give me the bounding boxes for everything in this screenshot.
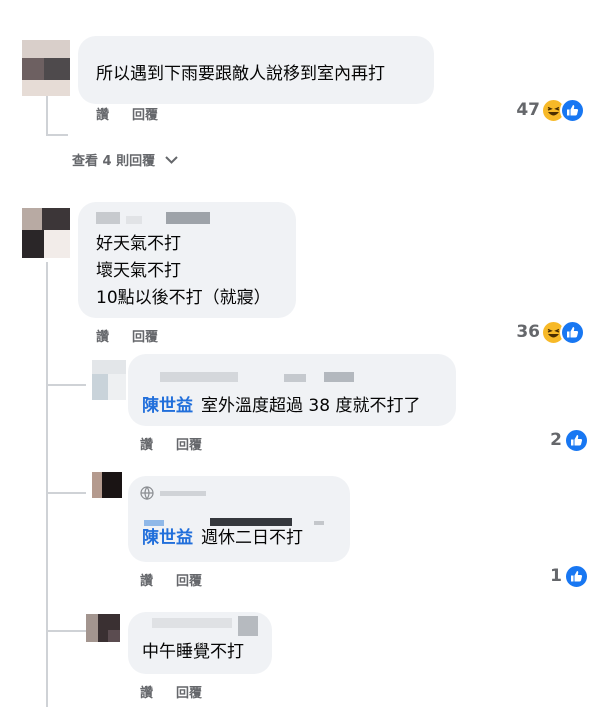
reaction-count[interactable]: 1 — [526, 566, 562, 586]
like-icon — [564, 428, 589, 453]
comment-text-line: 10點以後不打（就寢） — [96, 288, 271, 308]
avatar[interactable] — [22, 40, 70, 96]
avatar[interactable] — [22, 208, 70, 258]
reply-text: 陳世益 室外溫度超過 38 度就不打了 — [142, 392, 420, 420]
reply-button[interactable]: 回覆 — [176, 682, 202, 701]
comment-text: 所以遇到下雨要跟敵人說移到室內再打 — [96, 64, 385, 84]
reaction-count[interactable]: 47 — [500, 100, 540, 120]
mention-link[interactable]: 陳世益 — [142, 396, 193, 416]
avatar[interactable] — [86, 614, 120, 642]
like-icon — [560, 320, 585, 345]
reply-text: 中午睡覺不打 — [142, 638, 244, 666]
comment-text-line: 壞天氣不打 — [96, 261, 181, 281]
reply-text-body: 中午睡覺不打 — [142, 642, 244, 662]
author-name-redacted — [160, 372, 238, 382]
reply-button[interactable]: 回覆 — [132, 326, 158, 345]
like-button[interactable]: 讚 — [140, 434, 153, 453]
like-button[interactable]: 讚 — [140, 570, 153, 589]
author-name-redacted — [96, 212, 120, 224]
author-name-redacted — [160, 491, 206, 496]
author-name-redacted — [96, 42, 216, 52]
reaction-icons[interactable] — [564, 564, 589, 589]
mention-link[interactable]: 陳世益 — [142, 528, 193, 548]
reply-button[interactable]: 回覆 — [132, 104, 158, 123]
like-icon — [564, 564, 589, 589]
comment-text-line: 好天氣不打 — [96, 234, 181, 254]
thread-line — [46, 492, 86, 494]
thread-line — [46, 630, 86, 632]
like-button[interactable]: 讚 — [96, 326, 109, 345]
view-replies-label: 查看 4 則回覆 — [72, 154, 156, 169]
avatar[interactable] — [92, 360, 126, 400]
view-replies-link[interactable]: 查看 4 則回覆 — [72, 150, 178, 169]
author-name-redacted — [238, 616, 258, 636]
reply-text: 陳世益 週休二日不打 — [142, 524, 303, 552]
reply-text-body: 週休二日不打 — [201, 528, 303, 548]
author-name-redacted — [284, 374, 306, 382]
reaction-icons[interactable] — [564, 428, 589, 453]
reply-button[interactable]: 回覆 — [176, 570, 202, 589]
author-name-redacted — [166, 212, 210, 224]
reply-bubble: 中午睡覺不打 — [128, 612, 272, 674]
avatar[interactable] — [92, 472, 122, 498]
like-icon — [560, 98, 585, 123]
reply-bubble: 陳世益 週休二日不打 — [128, 476, 350, 562]
reply-button[interactable]: 回覆 — [176, 434, 202, 453]
reaction-count[interactable]: 36 — [500, 322, 540, 342]
comment-bubble: 好天氣不打 壞天氣不打 10點以後不打（就寢） — [78, 202, 296, 318]
reply-text-body: 室外溫度超過 38 度就不打了 — [201, 396, 421, 416]
author-name-redacted — [126, 216, 142, 224]
author-name-redacted — [314, 521, 324, 525]
thread-line — [46, 95, 48, 135]
like-button[interactable]: 讚 — [140, 682, 153, 701]
reaction-icons[interactable] — [541, 98, 585, 123]
author-name-redacted — [152, 618, 232, 628]
reaction-count[interactable]: 2 — [526, 430, 562, 450]
like-button[interactable]: 讚 — [96, 104, 109, 123]
comment-bubble: 所以遇到下雨要跟敵人說移到室內再打 — [78, 36, 434, 104]
globe-icon — [140, 486, 154, 500]
reaction-icons[interactable] — [541, 320, 585, 345]
thread-line — [46, 384, 86, 386]
reply-bubble: 陳世益 室外溫度超過 38 度就不打了 — [128, 354, 456, 426]
chevron-down-icon — [165, 155, 178, 164]
thread-line — [46, 134, 68, 136]
thread-line — [46, 262, 48, 707]
comment-thread: 所以遇到下雨要跟敵人說移到室內再打 讚 回覆 47 查看 4 則回覆 好天氣不打… — [0, 0, 600, 707]
author-name-redacted — [324, 372, 354, 382]
